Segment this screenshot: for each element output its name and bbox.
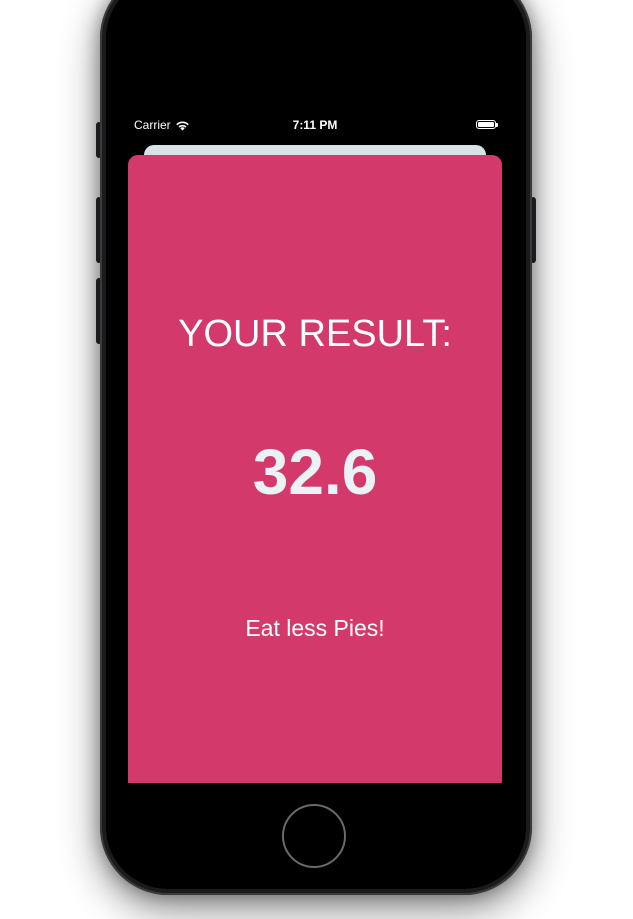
battery-level	[478, 122, 494, 127]
battery-cap	[496, 123, 498, 127]
battery-icon	[476, 120, 498, 129]
home-button[interactable]	[282, 804, 346, 868]
screen: Carrier 7:11 PM YOUR RESULT: 32.6 Eat le…	[116, 100, 514, 783]
result-value: 32.6	[252, 436, 378, 508]
device-scene: Carrier 7:11 PM YOUR RESULT: 32.6 Eat le…	[0, 0, 633, 919]
result-title: YOUR RESULT:	[178, 313, 452, 355]
result-card[interactable]: YOUR RESULT: 32.6 Eat less Pies!	[128, 155, 502, 783]
result-advice: Eat less Pies!	[245, 615, 385, 641]
status-time: 7:11 PM	[292, 118, 338, 132]
status-bar: Carrier 7:11 PM	[116, 116, 514, 136]
